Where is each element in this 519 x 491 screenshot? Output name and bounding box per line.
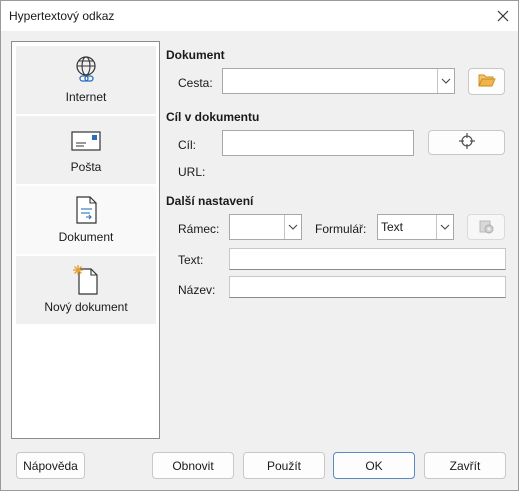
text-label: Text:: [178, 253, 204, 267]
gear-events-icon: [477, 217, 495, 238]
hyperlink-type-list: Internet Pošta Dokument Nový dokument: [11, 41, 160, 439]
mail-envelope-icon: [69, 124, 103, 156]
ok-button-label: OK: [365, 458, 383, 473]
help-button-label: Nápověda: [23, 458, 78, 473]
title-bar: Hypertextový odkaz: [1, 1, 518, 31]
sidebar-item-label: Pošta: [70, 160, 102, 174]
events-button[interactable]: [467, 214, 505, 240]
path-label: Cesta:: [178, 76, 213, 90]
chevron-down-icon[interactable]: [436, 215, 453, 239]
target-input[interactable]: [222, 130, 414, 156]
more-settings-title: Další nastavení: [166, 194, 254, 208]
apply-button-label: Použít: [266, 458, 302, 473]
sidebar-item-internet[interactable]: Internet: [16, 46, 156, 114]
target-in-document-button[interactable]: [428, 130, 505, 155]
frame-combobox[interactable]: [229, 214, 302, 240]
close-icon[interactable]: [488, 1, 518, 31]
chevron-down-icon[interactable]: [437, 69, 454, 93]
form-combobox[interactable]: Text: [377, 214, 454, 240]
close-button[interactable]: Zavřít: [424, 452, 506, 479]
name-label: Název:: [178, 283, 216, 297]
apply-button[interactable]: Použít: [243, 452, 325, 479]
sidebar-item-label: Nový dokument: [44, 300, 128, 314]
document-icon: [69, 194, 103, 226]
crosshair-target-icon: [458, 132, 476, 153]
dialog-body: Internet Pošta Dokument Nový dokument Do…: [1, 31, 518, 490]
reset-button[interactable]: Obnovit: [152, 452, 234, 479]
url-label: URL:: [178, 165, 206, 179]
frame-label: Rámec:: [178, 222, 220, 236]
form-label: Formulář:: [315, 222, 367, 236]
dialog-title: Hypertextový odkaz: [9, 9, 115, 23]
globe-link-icon: [69, 54, 103, 86]
hyperlink-dialog: Hypertextový odkaz Internet Pošta Dokume…: [0, 0, 519, 491]
target-label: Cíl:: [178, 138, 196, 152]
ok-button[interactable]: OK: [333, 452, 415, 479]
text-input[interactable]: [229, 248, 506, 270]
help-button[interactable]: Nápověda: [16, 452, 85, 479]
target-section-title: Cíl v dokumentu: [166, 110, 260, 124]
new-document-icon: [69, 264, 103, 296]
sidebar-item-label: Dokument: [58, 230, 114, 244]
chevron-down-icon[interactable]: [284, 215, 301, 239]
name-input[interactable]: [229, 276, 506, 298]
open-file-button[interactable]: [468, 68, 505, 95]
path-combobox[interactable]: [222, 68, 455, 94]
sidebar-item-label: Internet: [65, 90, 107, 104]
close-button-label: Zavřít: [449, 458, 481, 473]
sidebar-item-document[interactable]: Dokument: [16, 186, 156, 254]
folder-open-icon: [477, 73, 496, 90]
sidebar-item-mail[interactable]: Pošta: [16, 116, 156, 184]
reset-button-label: Obnovit: [172, 458, 214, 473]
sidebar-item-new-document[interactable]: Nový dokument: [16, 256, 156, 324]
document-section-title: Dokument: [166, 48, 225, 62]
form-value: Text: [381, 220, 404, 234]
